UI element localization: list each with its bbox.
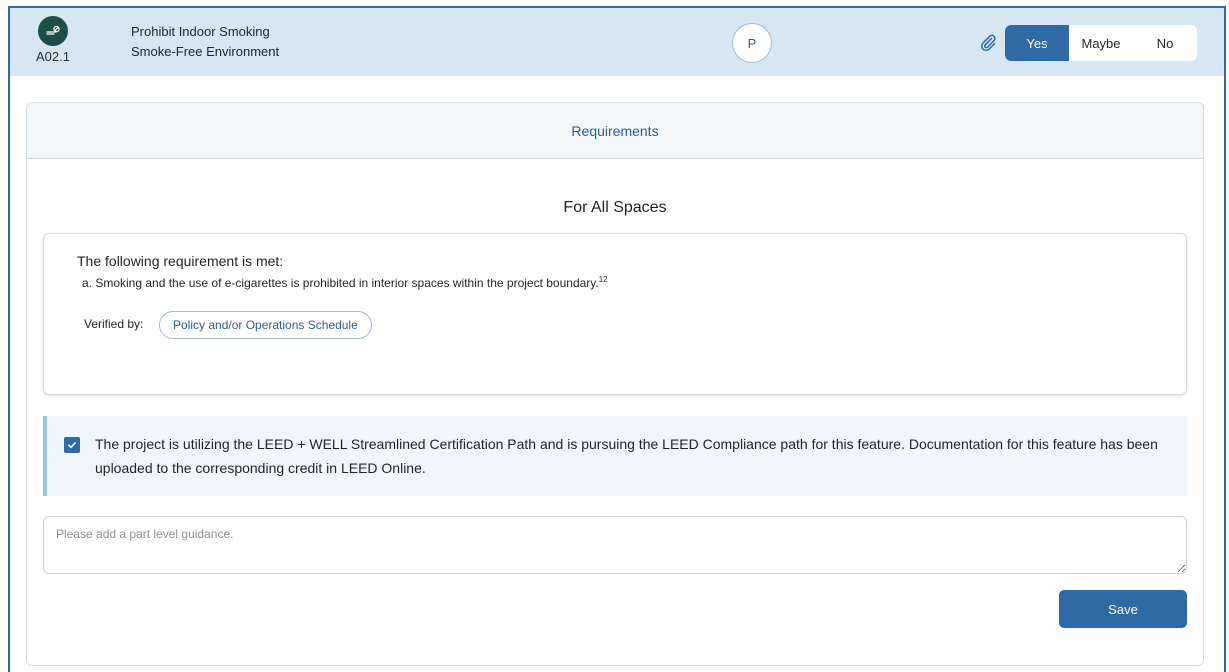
option-yes-button[interactable]: Yes: [1005, 25, 1069, 61]
smoke-free-icon: [38, 16, 68, 46]
guidance-input[interactable]: [43, 516, 1187, 574]
phase-badge[interactable]: P: [732, 23, 772, 63]
requirement-footnote: 12: [598, 275, 608, 284]
leed-streamlined-notice: The project is utilizing the LEED + WELL…: [43, 416, 1187, 496]
feature-title: Prohibit Indoor Smoking Smoke-Free Envir…: [131, 22, 279, 62]
requirement-box: The following requirement is met: a. Smo…: [43, 233, 1187, 395]
requirements-header: Requirements: [27, 103, 1203, 159]
leed-notice-text: The project is utilizing the LEED + WELL…: [95, 436, 1158, 476]
checkmark-icon: [68, 442, 76, 449]
feature-code: A02.1: [36, 49, 70, 64]
feature-title-line1: Prohibit Indoor Smoking: [131, 24, 270, 39]
option-maybe-button[interactable]: Maybe: [1069, 25, 1133, 61]
requirement-lead: The following requirement is met:: [77, 253, 284, 269]
paperclip-icon[interactable]: [978, 32, 998, 52]
requirement-item-text: a. Smoking and the use of e-cigarettes i…: [82, 276, 599, 290]
response-toggle: Yes Maybe No: [1005, 25, 1197, 61]
leed-checkbox[interactable]: [64, 437, 80, 453]
feature-badge: A02.1: [33, 16, 73, 64]
verified-label: Verified by:: [84, 317, 144, 331]
option-no-button[interactable]: No: [1133, 25, 1197, 61]
requirement-item: a. Smoking and the use of e-cigarettes i…: [82, 275, 608, 290]
save-button[interactable]: Save: [1059, 590, 1187, 628]
feature-panel: A02.1 Prohibit Indoor Smoking Smoke-Free…: [8, 6, 1226, 672]
requirements-card: Requirements For All Spaces The followin…: [26, 102, 1204, 666]
feature-header: A02.1 Prohibit Indoor Smoking Smoke-Free…: [10, 8, 1224, 76]
feature-title-line2: Smoke-Free Environment: [131, 44, 280, 59]
section-title: For All Spaces: [563, 199, 667, 216]
verification-pill[interactable]: Policy and/or Operations Schedule: [159, 311, 372, 339]
